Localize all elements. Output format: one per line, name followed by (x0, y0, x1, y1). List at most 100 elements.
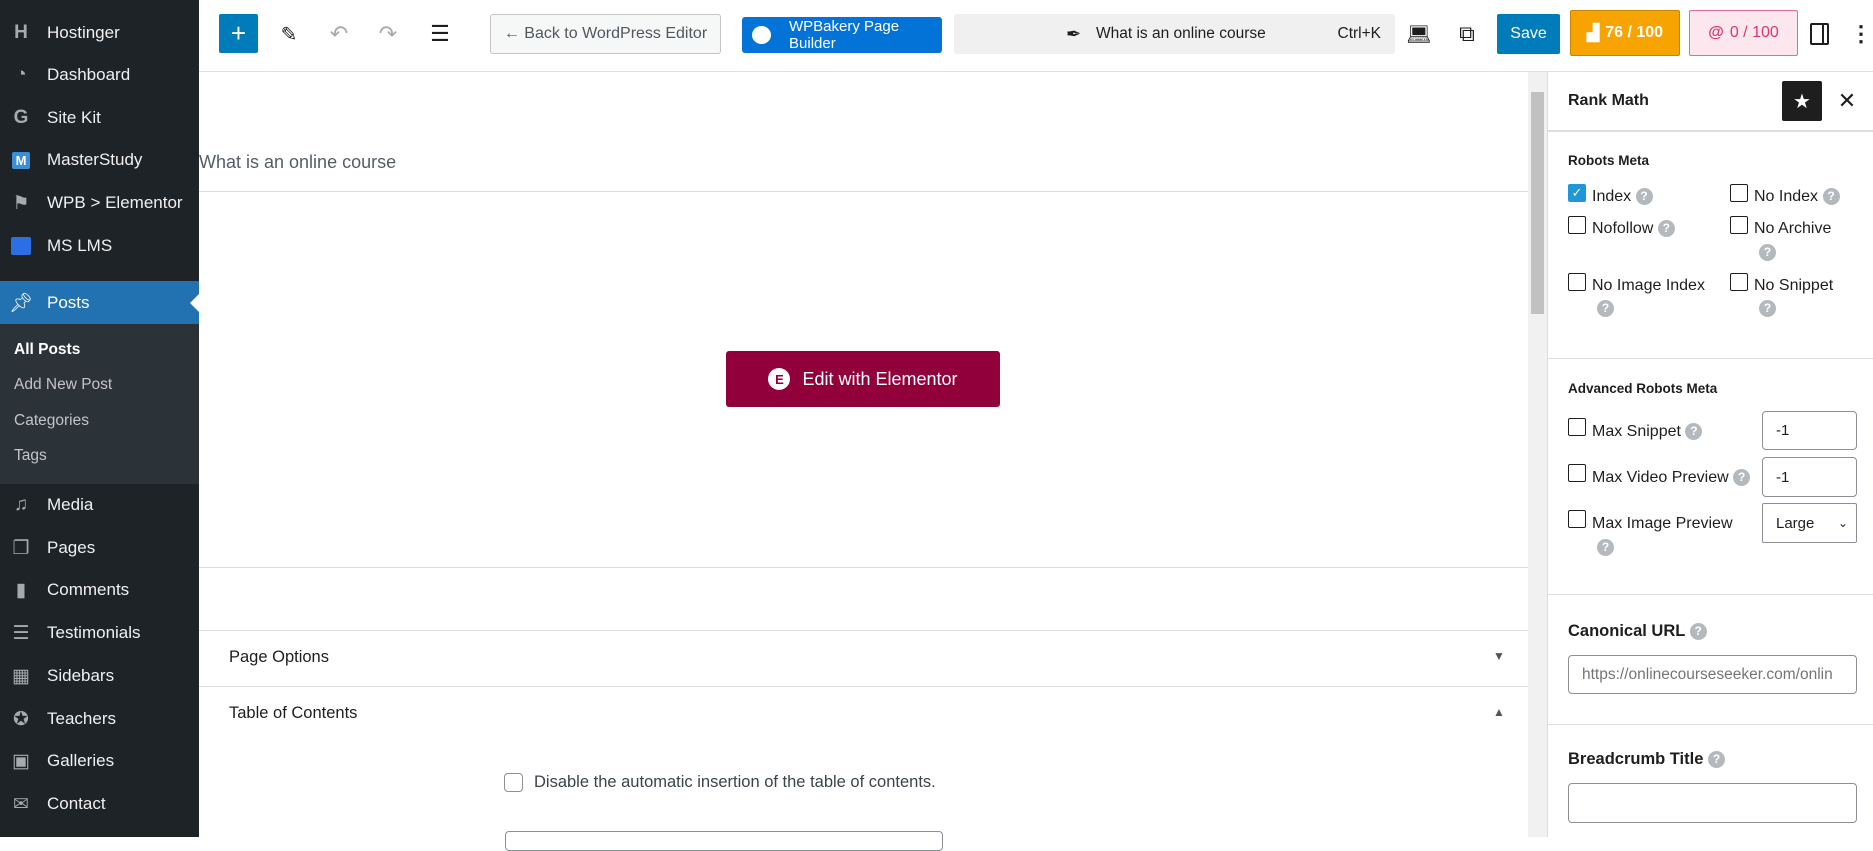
options-menu-button[interactable]: ⋮ (1850, 18, 1872, 50)
toc-input[interactable] (505, 831, 943, 851)
submenu-add-new-post[interactable]: Add New Post (14, 376, 112, 394)
sidebar-item-posts[interactable]: 📌︎ Posts (0, 281, 199, 324)
max-image-label: Max Image Preview (1592, 515, 1733, 532)
sidebar-item-testimonials[interactable]: ☰ Testimonials (0, 612, 199, 654)
sidebar-item-masterstudy[interactable]: M MasterStudy (0, 139, 199, 181)
max-video-label: Max Video Preview ? (1592, 469, 1751, 487)
breadcrumb-title-label: Breadcrumb Title ? (1568, 750, 1725, 769)
max-video-input[interactable]: -1 (1762, 457, 1857, 497)
page-options-header[interactable]: Page Options (229, 648, 329, 667)
hostinger-icon: H (14, 22, 28, 43)
sidebar-item-hostinger[interactable]: H Hostinger (0, 12, 199, 54)
award-icon: ✪ (13, 708, 29, 730)
view-post-button[interactable]: ⧉ (1453, 20, 1481, 48)
help-icon[interactable]: ? (1597, 300, 1614, 317)
panel-title: Rank Math (1568, 92, 1649, 109)
save-button[interactable]: Save (1497, 14, 1560, 54)
pin-icon: 📌︎ (8, 292, 34, 314)
help-icon[interactable]: ? (1759, 300, 1776, 317)
sidebar-item-wpb-elementor[interactable]: ⚑ WPB > Elementor (0, 182, 199, 224)
laptop-icon: 💻︎ (1406, 23, 1432, 46)
close-panel-button[interactable]: ✕ (1836, 88, 1858, 114)
caret-up-icon[interactable]: ▲ (1493, 705, 1505, 719)
caret-down-icon[interactable]: ▼ (1493, 649, 1505, 663)
canonical-url-input[interactable] (1568, 655, 1857, 694)
sidebar-item-ms-lms[interactable]: MS LMS (0, 225, 199, 267)
help-icon[interactable]: ? (1689, 623, 1707, 641)
list-view-icon: ☰ (430, 21, 450, 46)
undo-button[interactable]: ↶ (326, 18, 352, 50)
sidebar-item-sidebars[interactable]: ▦ Sidebars (0, 655, 199, 697)
help-icon[interactable]: ? (1657, 220, 1675, 238)
table-of-contents-header[interactable]: Table of Contents (229, 704, 357, 723)
envelope-icon: ✉ (13, 793, 29, 815)
divider (1547, 130, 1873, 132)
settings-panel-toggle[interactable] (1806, 20, 1832, 48)
testimonial-icon: ☰ (12, 622, 30, 644)
submenu-all-posts[interactable]: All Posts (14, 341, 80, 359)
help-icon[interactable]: ? (1635, 188, 1653, 206)
breadcrumb-title-input[interactable] (1568, 783, 1857, 823)
google-g-icon: G (13, 107, 29, 128)
sidebar-item-contact[interactable]: ✉ Contact (0, 783, 199, 825)
content-ai-icon: @ (1708, 24, 1724, 41)
sidebar-item-pages[interactable]: ❐ Pages (0, 527, 199, 569)
masterstudy-icon: M (9, 148, 33, 172)
sidebar-panel-icon (1809, 23, 1829, 45)
help-icon[interactable]: ? (1685, 423, 1703, 441)
no-index-checkbox[interactable] (1730, 184, 1748, 202)
divider (1547, 358, 1873, 359)
tools-button[interactable]: ✎ (276, 18, 302, 50)
elementor-icon: E (768, 368, 791, 390)
command-palette-bar[interactable]: ✒ What is an online course Ctrl+K (954, 14, 1395, 54)
sidebar-item-dashboard[interactable]: ◔ Dashboard (0, 54, 199, 96)
canonical-url-label: Canonical URL ? (1568, 622, 1707, 641)
submenu-tags[interactable]: Tags (14, 447, 47, 465)
max-snippet-input[interactable]: -1 (1762, 411, 1857, 450)
scrollbar-thumb[interactable] (1531, 92, 1544, 314)
no-archive-checkbox[interactable] (1730, 216, 1748, 234)
star-button[interactable]: ★ (1782, 81, 1822, 121)
max-snippet-checkbox[interactable] (1568, 418, 1586, 436)
chevron-down-icon: ⌄ (1837, 516, 1848, 530)
help-icon[interactable]: ? (1708, 751, 1725, 769)
edit-with-elementor-button[interactable]: E Edit with Elementor (726, 351, 1000, 407)
index-checkbox[interactable]: ✓ (1568, 184, 1586, 202)
preview-button[interactable]: 💻︎ (1405, 20, 1433, 48)
nofollow-label: Nofollow ? (1592, 220, 1675, 238)
submenu-categories[interactable]: Categories (14, 412, 89, 430)
flag-icon: ⚑ (12, 192, 30, 214)
toc-disable-checkbox[interactable] (504, 773, 523, 792)
nofollow-checkbox[interactable] (1568, 216, 1586, 234)
help-icon[interactable]: ? (1733, 469, 1751, 487)
divider (199, 686, 1528, 687)
rank-math-seo-score-button[interactable]: ▟ 76 / 100 (1570, 10, 1680, 56)
more-vertical-icon: ⋮ (1850, 21, 1872, 46)
max-image-select[interactable]: Large ⌄ (1762, 503, 1857, 543)
no-image-index-checkbox[interactable] (1568, 273, 1586, 291)
sidebar-item-teachers[interactable]: ✪ Teachers (0, 698, 199, 740)
toc-disable-label: Disable the automatic insertion of the t… (534, 773, 936, 791)
divider (1547, 724, 1873, 725)
back-to-wordpress-editor-button[interactable]: ← Back to WordPress Editor (490, 14, 721, 54)
comment-icon: ▮ (15, 579, 27, 601)
add-block-button[interactable]: + (219, 14, 258, 53)
media-icon: ♫ (13, 494, 29, 515)
sidebar-item-site-kit[interactable]: G Site Kit (0, 97, 199, 139)
max-image-checkbox[interactable] (1568, 510, 1586, 528)
document-overview-button[interactable]: ☰ (427, 18, 453, 50)
help-icon[interactable]: ? (1822, 188, 1840, 206)
redo-button[interactable]: ↷ (375, 18, 401, 50)
sidebar-item-media[interactable]: ♫ Media (0, 484, 199, 526)
help-icon[interactable]: ? (1759, 244, 1776, 261)
sidebar-item-comments[interactable]: ▮ Comments (0, 569, 199, 611)
post-title[interactable]: What is an online course (199, 152, 396, 173)
wpbakery-button[interactable]: WPBakery Page Builder (742, 17, 942, 53)
no-snippet-checkbox[interactable] (1730, 273, 1748, 291)
content-ai-score-button[interactable]: @0 / 100 (1689, 10, 1798, 56)
sidebar-item-galleries[interactable]: ▣ Galleries (0, 740, 199, 782)
editor-scrollbar[interactable] (1528, 72, 1547, 837)
help-icon[interactable]: ? (1597, 539, 1614, 556)
divider (1547, 594, 1873, 595)
max-video-checkbox[interactable] (1568, 464, 1586, 482)
